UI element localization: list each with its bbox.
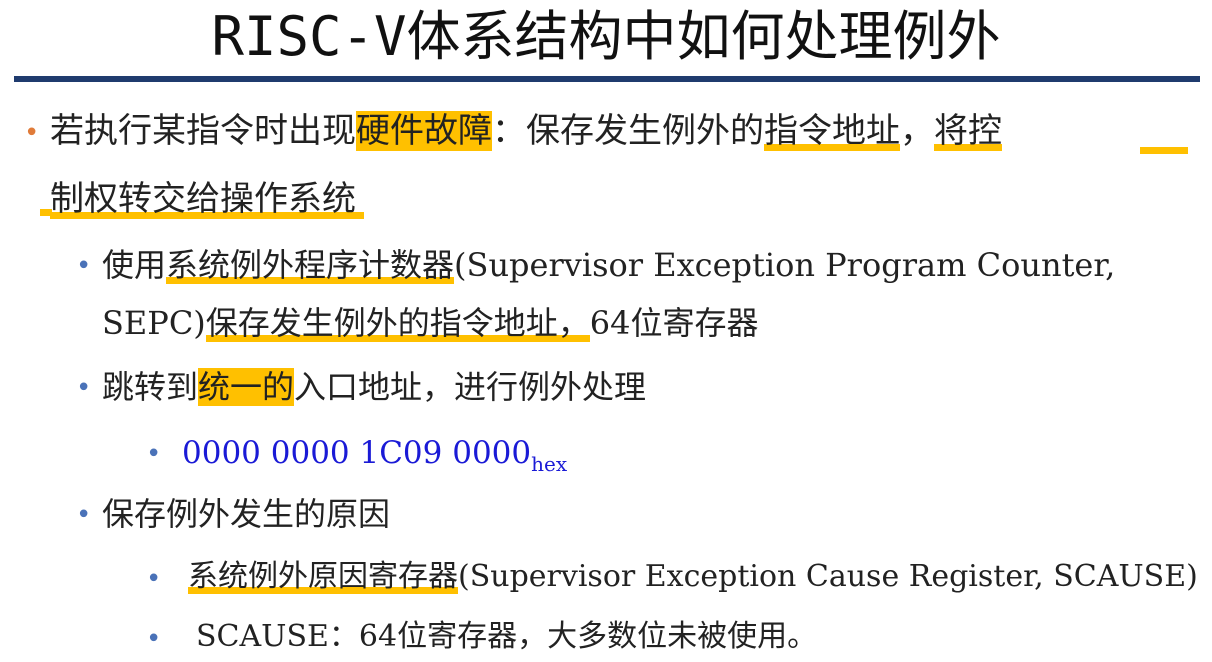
bullet2-text-english: (Supervisor Exception Program Counter, — [454, 246, 1116, 284]
bullet1-line1: 若执行某指令时出现硬件故障：保存发生例外的指令地址，将控 — [50, 108, 1002, 154]
bullet3-text-post: 入口地址，进行例外处理 — [294, 368, 647, 406]
slide-title: RISC-V体系结构中如何处理例外 — [211, 5, 1001, 68]
bullet4b-line: SCAUSE：64位寄存器，大多数位未被使用。 — [196, 619, 818, 654]
title-divider — [14, 76, 1200, 82]
bullet1-underline-line2: 制权转交给操作系统 — [50, 179, 364, 219]
bullet-marker: • — [76, 500, 92, 530]
bullet2-underline-sepc-name: 系统例外程序计数器 — [166, 246, 455, 284]
bullet2-underline-save: 保存发生例外的指令地址， — [205, 304, 590, 342]
bullet1-line2: 制权转交给操作系统 — [50, 176, 364, 222]
bullet3a-hex-address: 0000 0000 1C09 0000hex — [182, 430, 567, 487]
bullet3-line: 跳转到统一的入口地址，进行例外处理 — [102, 364, 646, 410]
bullet3-text-pre: 跳转到 — [102, 368, 199, 406]
bullet-marker: • — [24, 118, 40, 148]
bullet4-line: 保存例外发生的原因 — [102, 495, 391, 533]
bullet1-underline-lead — [40, 209, 52, 216]
bullet2-text-pre: 使用 — [102, 246, 167, 284]
bullet-marker: • — [76, 251, 92, 281]
bullet-marker: • — [146, 439, 162, 469]
bullet4a-text-english: (Supervisor Exception Cause Register, SC… — [458, 559, 1198, 594]
bullet-marker: • — [76, 373, 92, 403]
bullet-marker: • — [146, 564, 162, 594]
bullet4a-underline-scause-name: 系统例外原因寄存器 — [188, 559, 458, 594]
bullet-marker: • — [146, 624, 162, 654]
bullet1-text-pre: 若执行某指令时出现 — [50, 111, 356, 151]
bullet1-underline-transfer: 将控 — [934, 111, 1002, 151]
bullet4a-line: 系统例外原因寄存器(Supervisor Exception Cause Reg… — [188, 554, 1198, 600]
bullet1-text-mid: ：保存发生例外的 — [492, 111, 764, 151]
bullet1-underline-extension — [1140, 147, 1188, 154]
bullet2-line2: SEPC)保存发生例外的指令地址，64位寄存器 — [102, 300, 759, 346]
bullet1-highlight-hardware-fault: 硬件故障 — [356, 111, 492, 151]
bullet3-highlight-unified: 统一的 — [198, 368, 295, 406]
hex-value: 0000 0000 1C09 0000 — [182, 435, 532, 471]
bullet2-line1: 使用系统例外程序计数器(Supervisor Exception Program… — [102, 242, 1115, 288]
bullet2-text-sepc: SEPC) — [102, 304, 206, 342]
bullet1-underline-instr-addr: 指令地址 — [764, 111, 900, 151]
hex-subscript: hex — [531, 452, 568, 476]
bullet2-text-register: 64位寄存器 — [589, 304, 759, 342]
bullet1-comma: ， — [900, 111, 934, 151]
